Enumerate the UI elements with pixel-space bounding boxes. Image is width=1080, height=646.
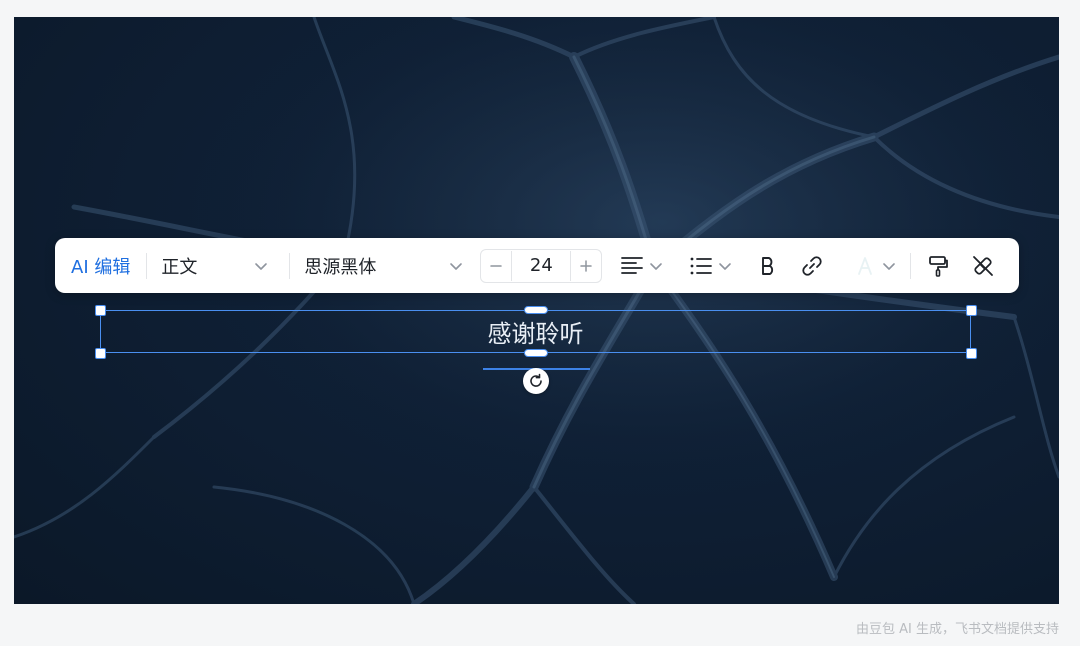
text-color-icon (858, 256, 873, 275)
text-style-value: 正文 (161, 256, 198, 278)
bold-button[interactable] (754, 248, 782, 284)
decrease-font-size-button[interactable] (481, 250, 511, 282)
align-dropdown-button[interactable] (616, 248, 668, 284)
align-left-icon (621, 256, 644, 274)
resize-handle-top-right[interactable] (966, 305, 977, 316)
ai-edit-button[interactable]: AI 编辑 (71, 253, 130, 279)
minus-icon (490, 264, 503, 267)
font-size-input[interactable]: 24 (511, 250, 572, 281)
font-family-value: 思源黑体 (304, 256, 377, 278)
link-icon (802, 255, 822, 276)
text-color-dropdown-button[interactable] (852, 248, 900, 284)
toolbar-divider (146, 252, 148, 279)
list-dropdown-button[interactable] (686, 248, 736, 284)
text-format-toolbar: AI 编辑 正文 思源黑体 24 (55, 238, 1019, 293)
format-painter-icon (929, 255, 949, 277)
toolbar-divider (289, 252, 291, 279)
resize-handle-bottom-right[interactable] (966, 348, 977, 359)
selected-text-box[interactable]: 感谢聆听 (100, 310, 971, 353)
font-family-select[interactable]: 思源黑体 (304, 253, 464, 279)
toolbar-divider (910, 252, 912, 279)
ai-attribution-note: 由豆包 AI 生成，飞书文档提供支持 (856, 622, 1059, 637)
font-size-stepper: 24 (480, 248, 603, 283)
rotate-icon (530, 373, 542, 387)
chevron-down-icon (650, 262, 663, 270)
editor-stage: AI 编辑 正文 思源黑体 24 感谢聆听 由豆包 AI 生成，飞书文档提供支持 (0, 0, 1080, 646)
format-painter-button[interactable] (925, 248, 953, 284)
resize-handle-bottom-left[interactable] (95, 348, 106, 359)
chevron-down-icon (450, 262, 463, 270)
plus-icon (580, 259, 593, 272)
rotate-handle[interactable] (523, 368, 549, 394)
clear-format-button[interactable] (969, 248, 997, 284)
resize-handle-top-center[interactable] (524, 306, 548, 314)
clear-format-icon (973, 255, 994, 276)
text-style-select[interactable]: 正文 (161, 253, 269, 279)
chevron-down-icon (255, 262, 268, 270)
increase-font-size-button[interactable] (571, 250, 601, 282)
bold-icon (762, 256, 774, 275)
resize-handle-bottom-center[interactable] (524, 349, 548, 357)
bullet-list-icon (690, 257, 713, 274)
link-button[interactable] (798, 248, 826, 284)
chevron-down-icon (719, 262, 732, 270)
slide-title-text[interactable]: 感谢聆听 (101, 311, 970, 352)
resize-handle-top-left[interactable] (95, 305, 106, 316)
chevron-down-icon (883, 262, 896, 270)
